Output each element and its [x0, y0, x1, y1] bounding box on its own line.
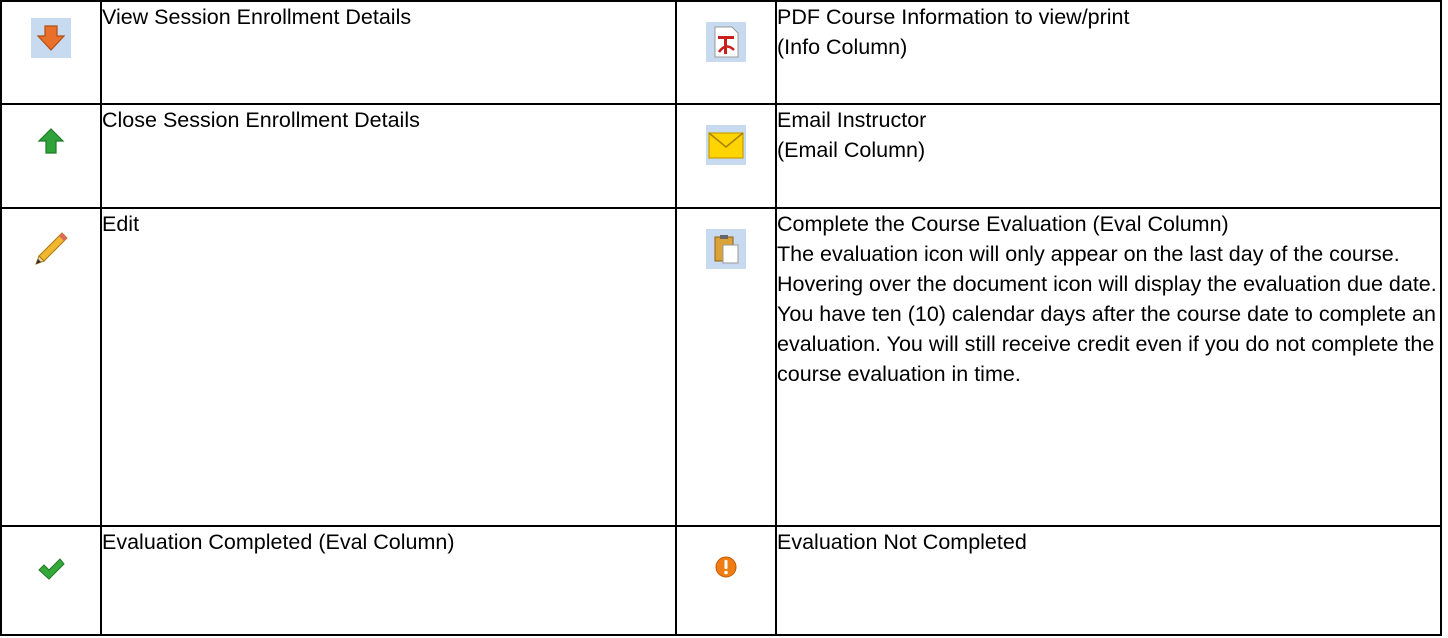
icon-cell — [0, 207, 102, 527]
description-subtext: The evaluation icon will only appear on … — [777, 242, 1437, 386]
description-cell: Edit — [100, 207, 677, 527]
icon-cell — [0, 525, 102, 636]
description-subtext: (Info Column) — [777, 35, 908, 59]
clipboard-icon — [706, 229, 746, 269]
description-cell: View Session Enrollment Details — [100, 0, 677, 105]
description-text: Evaluation Not Completed — [777, 530, 1027, 554]
description-text: PDF Course Information to view/print — [777, 5, 1130, 29]
legend-row: Evaluation Completed (Eval Column) Evalu… — [0, 525, 1442, 636]
description-text: Email Instructor — [777, 108, 927, 132]
icon-cell — [675, 103, 777, 209]
legend-row: View Session Enrollment Details PDF Cour… — [0, 0, 1442, 105]
green-arrow-up-icon — [35, 125, 67, 157]
description-cell: Evaluation Not Completed — [775, 525, 1442, 636]
orange-arrow-down-icon — [31, 18, 71, 58]
icon-cell — [0, 0, 102, 105]
description-cell: Complete the Course Evaluation (Eval Col… — [775, 207, 1442, 527]
envelope-icon — [706, 125, 746, 165]
description-text: Close Session Enrollment Details — [102, 108, 420, 132]
description-text: View Session Enrollment Details — [102, 5, 412, 29]
description-text: Evaluation Completed (Eval Column) — [102, 530, 455, 554]
pdf-icon — [706, 22, 746, 62]
description-cell: Close Session Enrollment Details — [100, 103, 677, 209]
icon-cell — [0, 103, 102, 209]
description-text: Complete the Course Evaluation (Eval Col… — [777, 212, 1229, 236]
icon-cell — [675, 0, 777, 105]
icon-cell — [675, 525, 777, 636]
orange-exclamation-icon — [710, 551, 742, 583]
green-checkmark-icon — [35, 553, 67, 585]
icon-cell — [675, 207, 777, 527]
legend-row: Edit Complete the Course Evaluation (Eva… — [0, 207, 1442, 527]
description-subtext: (Email Column) — [777, 138, 926, 162]
description-cell: PDF Course Information to view/print (In… — [775, 0, 1442, 105]
description-cell: Email Instructor (Email Column) — [775, 103, 1442, 209]
icon-legend-table: View Session Enrollment Details PDF Cour… — [0, 0, 1442, 636]
pencil-icon — [31, 229, 71, 269]
description-text: Edit — [102, 212, 140, 236]
description-cell: Evaluation Completed (Eval Column) — [100, 525, 677, 636]
legend-row: Close Session Enrollment Details Email I… — [0, 103, 1442, 209]
